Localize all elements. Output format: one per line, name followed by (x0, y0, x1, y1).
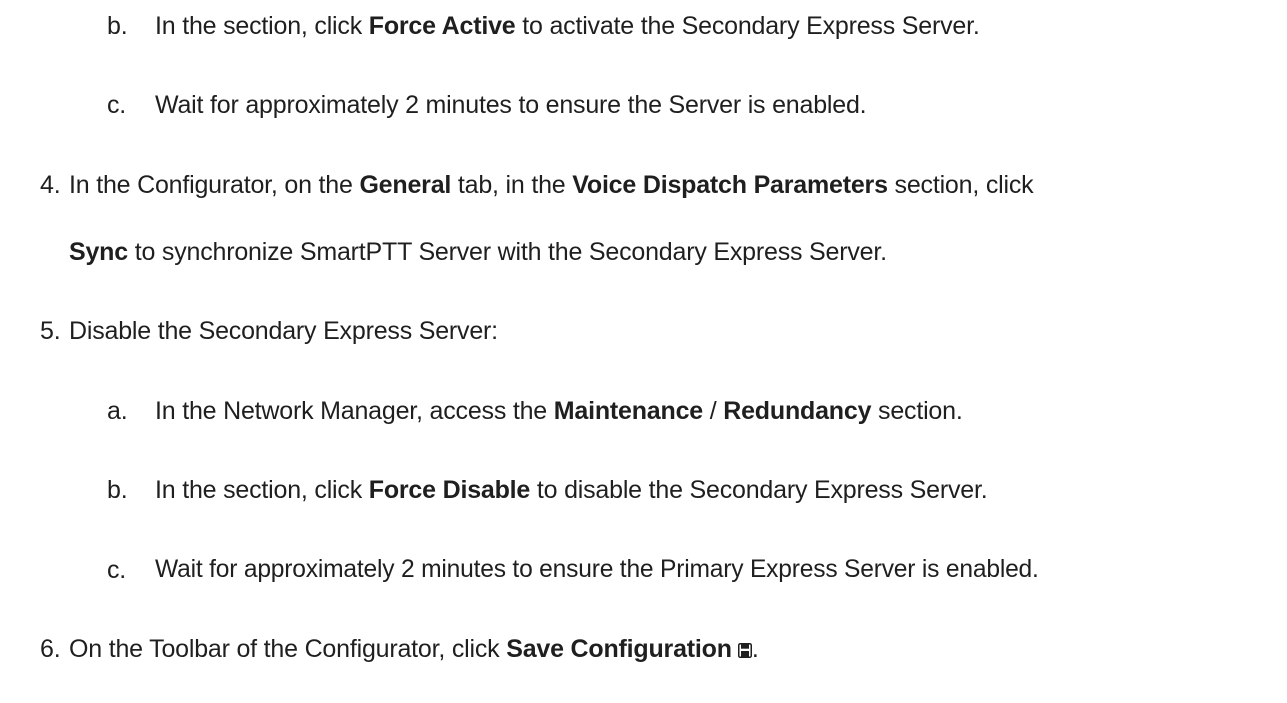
substep-marker: c. (107, 556, 127, 584)
substep-text: Wait for approximately 2 minutes to ensu… (155, 556, 1039, 583)
substep-text: In the section, click Force Active to ac… (155, 12, 980, 40)
step-marker: 4. (40, 171, 61, 199)
step-text: Sync to synchronize SmartPTT Server with… (69, 238, 887, 266)
step-marker: 6. (40, 635, 61, 663)
substep-marker: c. (107, 91, 127, 119)
substep-marker: a. (107, 397, 128, 425)
substep-text: In the section, click Force Disable to d… (155, 476, 988, 504)
step-text: In the Configurator, on the General tab,… (69, 171, 1034, 199)
step-text: On the Toolbar of the Configurator, clic… (69, 635, 759, 663)
save-icon (737, 643, 752, 658)
substep-text: In the Network Manager, access the Maint… (155, 397, 963, 425)
step-text: Disable the Secondary Express Server: (69, 317, 498, 345)
step-marker: 5. (40, 317, 61, 345)
substep-marker: b. (107, 476, 128, 504)
document-page: b. In the section, click Force Active to… (0, 0, 1287, 703)
substep-marker: b. (107, 12, 128, 40)
substep-text: Wait for approximately 2 minutes to ensu… (155, 91, 867, 119)
